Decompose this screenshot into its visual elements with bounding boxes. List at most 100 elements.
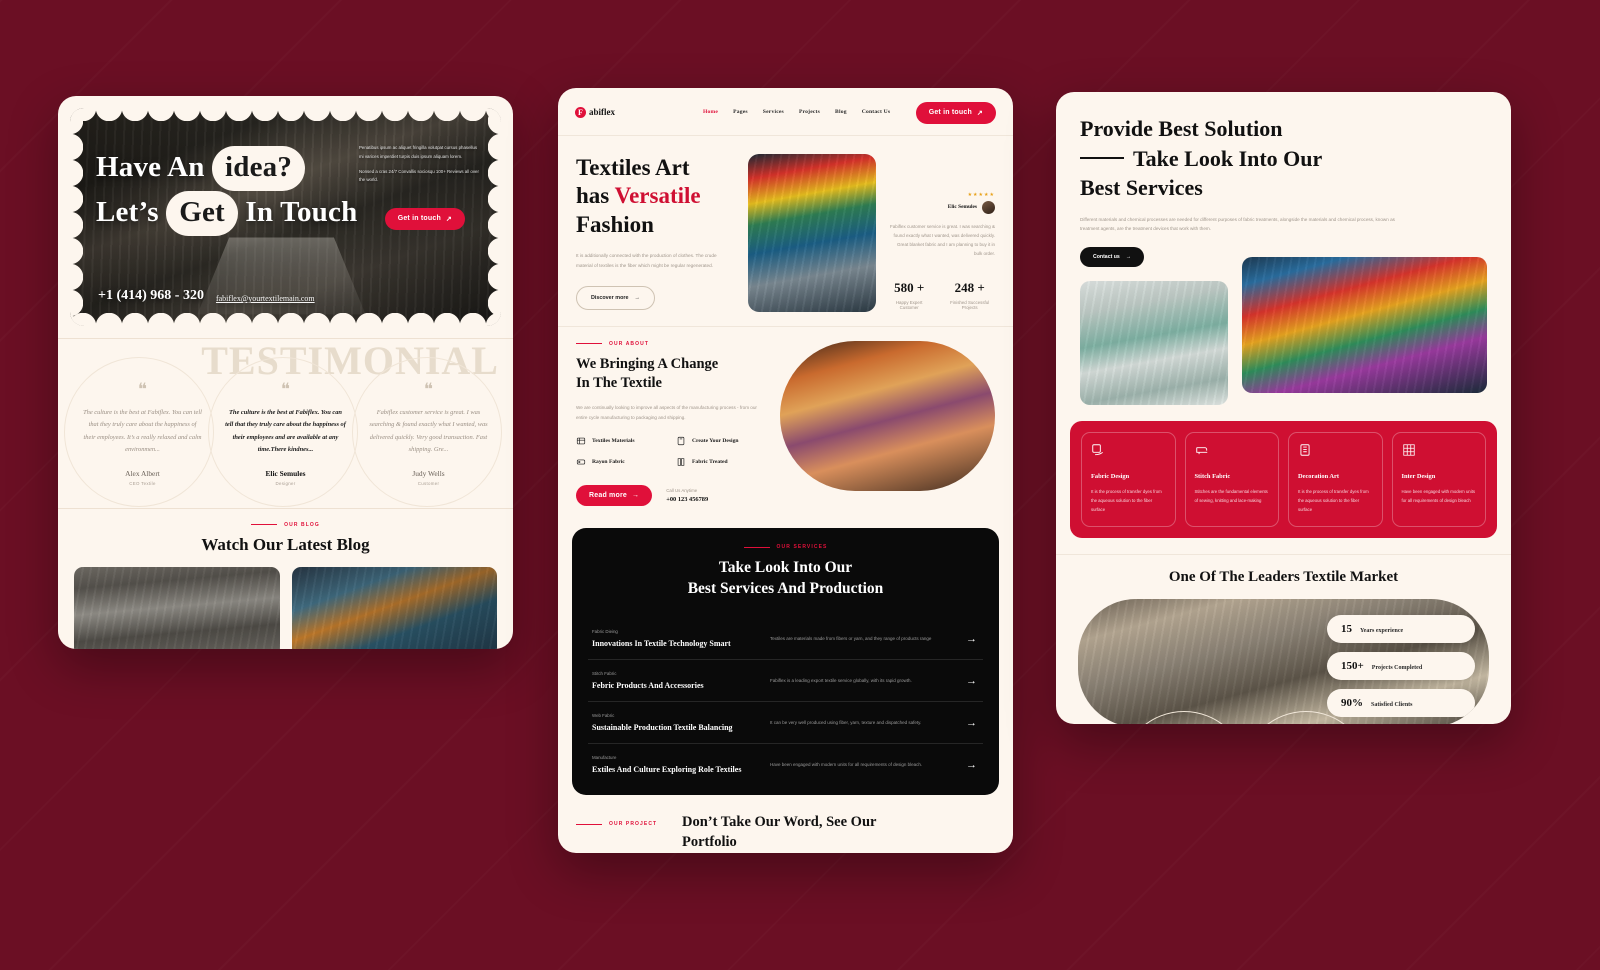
testimonial-card[interactable]: ❝ The culture is the best at Fabiflex. Y… (215, 381, 356, 486)
nav-item-pages[interactable]: Pages (733, 109, 748, 115)
read-more-label: Read more (589, 492, 627, 500)
arrow-right-icon[interactable]: → (966, 633, 979, 645)
stat-item: 580 + Happy Expert Customer (888, 280, 930, 310)
service-card-title: Decoration Art (1298, 473, 1339, 481)
portfolio-eyebrow: OUR PROJECT (576, 821, 668, 827)
service-row[interactable]: Fabric Dieing Innovations In Textile Tec… (588, 618, 983, 659)
eyebrow-rule (576, 343, 602, 344)
service-heading-block: Stitch Fabric Febric Products And Access… (592, 671, 760, 690)
hero-image-texture (748, 153, 876, 312)
blog-title: Watch Our Latest Blog (201, 534, 370, 554)
fabric-roll-icon (576, 438, 586, 445)
portfolio-text: Don’t Take Our Word, See Our Portfolio I… (682, 813, 995, 853)
read-more-button[interactable]: Read more → (576, 485, 653, 507)
grid-pattern-icon (1402, 444, 1415, 457)
arrow-right-icon[interactable]: → (966, 675, 979, 687)
hero-stats: 580 + Happy Expert Customer 248 + Finish… (888, 280, 995, 310)
nav-item-contact-us[interactable]: Contact Us (862, 109, 891, 115)
hero-heading-part2: Let’s (96, 196, 159, 229)
brand-logo[interactable]: F abiflex (575, 106, 615, 118)
nav-item-services[interactable]: Services (763, 109, 784, 115)
service-card-desc: It is the process of transfer dyes from … (1091, 489, 1162, 513)
fabric-design-icon (1092, 444, 1103, 456)
service-kicker: Web Fabric (592, 713, 615, 719)
service-row[interactable]: Manufacture Extiles And Culture Explorin… (588, 743, 983, 785)
hero-title-accent: Versatile (614, 183, 701, 209)
service-name: Extiles And Culture Exploring Role Texti… (592, 765, 742, 775)
service-row[interactable]: Web Fabric Sustainable Production Textil… (588, 701, 983, 743)
leaders-stat-badges: 15 Years experience 150+ Projects Comple… (1327, 615, 1475, 718)
hero-title-line1: Textiles Art (576, 154, 690, 180)
service-name: Sustainable Production Textile Balancing (592, 723, 733, 733)
service-desc: Fabiflex is a leading export textile ser… (770, 678, 912, 684)
testimonial-quote: The culture is the best at Fabiflex. You… (83, 409, 202, 454)
feature-label: Textiles Materials (592, 438, 635, 445)
stat-label: Happy Expert Customer (895, 300, 923, 311)
reviewer-name: Elic Semules (947, 204, 977, 210)
nav-item-projects[interactable]: Projects (799, 109, 820, 115)
blog-card[interactable]: One made solution for textiles fabrics..… (291, 566, 497, 649)
leaders-image: 15 Years experience 150+ Projects Comple… (1078, 599, 1489, 724)
hero-description: Penatibus ipsum ac aliquet fringilla vol… (359, 144, 479, 185)
feature-rayon-fabric: Rayon Fabric (576, 457, 666, 467)
testimonial-card[interactable]: ❝ The culture is the best at Fabiflex. Y… (72, 381, 213, 486)
page-title: Provide Best Solution Take Look Into Our… (1080, 114, 1487, 203)
stat-value: 248 + (954, 280, 985, 296)
nav-item-blog[interactable]: Blog (835, 109, 847, 115)
image-texture (1080, 281, 1228, 406)
scallop-edge-right (488, 108, 501, 326)
discover-more-button[interactable]: Discover more → (576, 285, 655, 310)
testimonial-author: Judy Wells (412, 468, 445, 478)
nav-get-in-touch-button[interactable]: Get in touch ↗ (915, 101, 996, 124)
feature-create-your-design: Create Your Design (676, 436, 766, 446)
service-card[interactable]: Inter Design Have been engaged with mode… (1391, 432, 1486, 528)
rating-stars-icon: ★★★★★ (967, 191, 995, 198)
blog-thumbnail (74, 566, 280, 649)
call-label: Call Us Anytime (666, 488, 698, 494)
arrow-right-icon[interactable]: → (966, 717, 979, 729)
about-desc: We are continually looking to improve al… (576, 405, 757, 420)
blog-card[interactable]: Textilegence Magazine & Digital Platform… (74, 566, 280, 649)
page-desc: Different materials and chemical process… (1080, 217, 1395, 232)
feature-label: Fabric Treated (692, 459, 728, 466)
image-texture (1242, 257, 1487, 394)
hero-cta-wrap: Get in touch ↗ (384, 207, 465, 230)
service-kicker: Stitch Fabric (592, 671, 617, 677)
hero-title: Textiles Art has Versatile Fashion (576, 154, 736, 241)
portfolio-section: OUR PROJECT Don’t Take Our Word, See Our… (558, 795, 1013, 853)
eyebrow-rule (251, 524, 278, 526)
contact-us-button[interactable]: Contact us → (1080, 247, 1144, 268)
call-number[interactable]: +00 123 456789 (666, 496, 708, 503)
hero-email[interactable]: fabiflex@yourtextilemain.com (216, 294, 315, 304)
portfolio-eyebrow-wrap: OUR PROJECT (576, 813, 668, 827)
header-image-row (1080, 257, 1487, 406)
arrow-right-icon: → (634, 294, 640, 301)
reviewer-row: Elic Semules (888, 200, 995, 214)
services-header: Provide Best Solution Take Look Into Our… (1056, 92, 1511, 406)
service-card-title: Inter Design (1401, 473, 1436, 481)
get-in-touch-button[interactable]: Get in touch ↗ (384, 207, 465, 230)
mockup-stage: Have An idea? Let’s Get In Touch Penatib… (0, 0, 1600, 970)
header-image-left (1080, 281, 1228, 406)
service-card[interactable]: Fabric Design It is the process of trans… (1081, 432, 1176, 528)
hero-description-line2: Nonsed a cras 24/7 Convallis sociosqu 10… (359, 168, 479, 183)
service-card-title: Stitch Fabric (1194, 473, 1231, 481)
hero-contact-line: +1 (414) 968 - 320 fabiflex@yourtextilem… (98, 288, 315, 304)
blog-section: OUR BLOG Watch Our Latest Blog Textilege… (58, 507, 513, 649)
scallop-edge-top (70, 108, 501, 121)
nav-item-home[interactable]: Home (703, 109, 718, 115)
testimonial-card[interactable]: ❝ Fabiflex customer service is great. I … (358, 381, 499, 486)
service-row[interactable]: Stitch Fabric Febric Products And Access… (588, 659, 983, 701)
discover-more-label: Discover more (591, 294, 629, 301)
about-image (780, 340, 995, 491)
hero-phone[interactable]: +1 (414) 968 - 320 (98, 288, 204, 304)
about-section: OUR ABOUT We Bringing A Change In The Te… (558, 325, 1013, 523)
about-title-line1: We Bringing A Change (576, 355, 719, 372)
feature-label: Create Your Design (692, 438, 739, 445)
service-card[interactable]: Decoration Art It is the process of tran… (1288, 432, 1383, 528)
arrow-right-icon[interactable]: → (966, 759, 979, 771)
stat-badge-label: Projects Completed (1371, 665, 1423, 672)
about-footer: Read more → Call Us Anytime +00 123 4567… (576, 485, 766, 507)
spool-icon (576, 459, 586, 465)
service-card[interactable]: Stitch Fabric Stitches are the fundament… (1184, 432, 1279, 528)
